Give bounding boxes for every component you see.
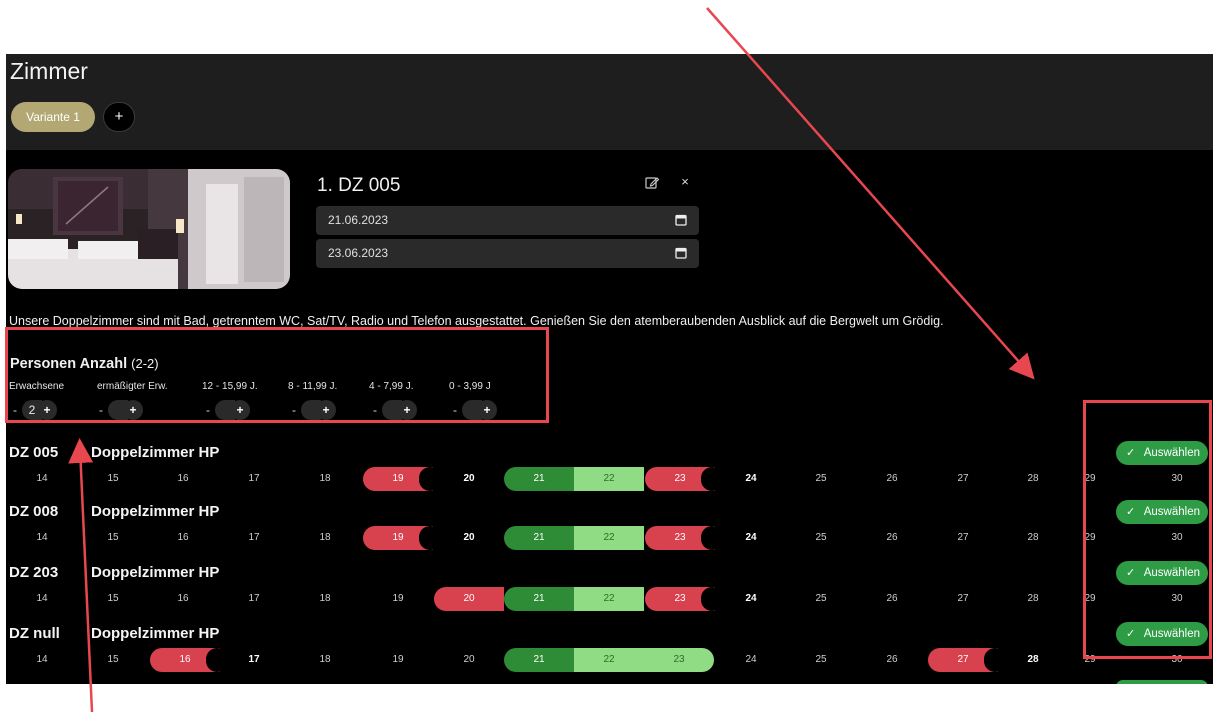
room-row: DZ 203 Doppelzimmer HP ✓ Auswählen 14 15 … — [6, 561, 1213, 622]
day-label: 23 — [674, 532, 686, 543]
day-cell-departure[interactable]: 23 — [645, 526, 723, 550]
day-cell-booked[interactable]: 19 — [363, 526, 441, 550]
day-cell[interactable]: 14 — [7, 587, 77, 611]
day-cell[interactable]: 25 — [786, 526, 856, 550]
day-cell-arrival[interactable]: 21 — [504, 467, 574, 491]
day-label: 23 — [674, 473, 686, 484]
day-cell-booked[interactable]: 27 — [928, 648, 1006, 672]
room-name: 1. DZ 005 — [317, 175, 401, 196]
room-photo — [8, 169, 290, 289]
day-cell[interactable]: 15 — [78, 587, 148, 611]
day-cell-arrival[interactable]: 21 — [504, 648, 574, 672]
departure-date-value: 23.06.2023 — [328, 246, 389, 260]
day-label: 27 — [957, 654, 969, 665]
day-cell-booked[interactable]: 19 — [363, 467, 441, 491]
arrival-date-value: 21.06.2023 — [328, 213, 389, 227]
day-cell[interactable]: 20 — [434, 648, 504, 672]
day-cell[interactable]: 15 — [78, 467, 148, 491]
day-cell[interactable]: 15 — [78, 526, 148, 550]
day-cell-departure[interactable]: 23 — [645, 587, 723, 611]
day-cell[interactable]: 26 — [857, 467, 927, 491]
select-room-button-partial[interactable] — [1116, 680, 1208, 684]
room-type: Doppelzimmer HP — [91, 564, 220, 581]
day-cell[interactable]: 27 — [928, 526, 998, 550]
day-cell[interactable]: 16 — [148, 587, 218, 611]
calendar-icon[interactable] — [675, 247, 687, 259]
calendar-icon[interactable] — [675, 214, 687, 226]
day-cell-stay[interactable]: 22 — [574, 526, 644, 550]
day-cell[interactable]: 15 — [78, 648, 148, 672]
day-cell-stay[interactable]: 22 — [574, 648, 644, 672]
day-cell[interactable]: 26 — [857, 587, 927, 611]
day-cell[interactable]: 24 — [716, 526, 786, 550]
departure-date-field[interactable]: 23.06.2023 — [316, 239, 699, 268]
day-cell[interactable]: 24 — [716, 648, 786, 672]
day-cell-stay[interactable]: 22 — [574, 467, 644, 491]
room-description: Unsere Doppelzimmer sind mit Bad, getren… — [9, 314, 944, 328]
day-label: 19 — [392, 532, 404, 543]
day-label: 23 — [674, 593, 686, 604]
day-cell[interactable]: 20 — [434, 467, 504, 491]
day-cell[interactable]: 17 — [219, 587, 289, 611]
day-cell[interactable]: 25 — [786, 467, 856, 491]
day-label: 19 — [392, 473, 404, 484]
room-type: Doppelzimmer HP — [91, 625, 220, 642]
page-title: Zimmer — [10, 58, 88, 84]
day-cell[interactable]: 26 — [857, 648, 927, 672]
day-cell[interactable]: 16 — [148, 467, 218, 491]
highlight-box-persons — [5, 327, 549, 423]
room-type: Doppelzimmer HP — [91, 444, 220, 461]
day-cell-booked[interactable]: 20 — [434, 587, 504, 611]
day-cell[interactable]: 24 — [716, 587, 786, 611]
day-cell[interactable]: 18 — [290, 467, 360, 491]
day-cell[interactable]: 27 — [928, 587, 998, 611]
arrival-date-field[interactable]: 21.06.2023 — [316, 206, 699, 235]
day-cell[interactable]: 19 — [363, 587, 433, 611]
day-cell[interactable]: 17 — [219, 526, 289, 550]
day-cell[interactable]: 27 — [928, 467, 998, 491]
screenshot-stage: Zimmer Variante 1 + 1. DZ 005 × 21.06.20… — [0, 0, 1213, 715]
day-cell[interactable]: 18 — [290, 648, 360, 672]
app-header: Zimmer Variante 1 + — [6, 54, 1213, 150]
room-code: DZ null — [9, 625, 60, 642]
room-code: DZ 203 — [9, 564, 59, 581]
day-cell[interactable]: 25 — [786, 587, 856, 611]
day-cell-arrival[interactable]: 21 — [504, 526, 574, 550]
room-type: Doppelzimmer HP — [91, 503, 220, 520]
day-cell[interactable]: 20 — [434, 526, 504, 550]
room-row: DZ 005 Doppelzimmer HP ✓ Auswählen 14 15 … — [6, 441, 1213, 502]
day-cell[interactable]: 19 — [363, 648, 433, 672]
edit-icon[interactable] — [643, 174, 661, 192]
day-cell-stay[interactable]: 23 — [644, 648, 714, 672]
day-cell[interactable]: 16 — [148, 526, 218, 550]
day-label: 16 — [179, 654, 191, 665]
day-cell-departure[interactable]: 23 — [645, 467, 723, 491]
room-code: DZ 005 — [9, 444, 59, 461]
tab-variant-1[interactable]: Variante 1 — [11, 102, 95, 132]
highlight-box-select-buttons — [1083, 400, 1212, 659]
day-cell-arrival[interactable]: 21 — [504, 587, 574, 611]
day-cell-stay[interactable]: 22 — [574, 587, 644, 611]
room-code: DZ 008 — [9, 503, 59, 520]
day-cell[interactable]: 18 — [290, 587, 360, 611]
day-cell[interactable]: 25 — [786, 648, 856, 672]
day-cell[interactable]: 14 — [7, 648, 77, 672]
room-photo-image — [8, 169, 290, 289]
room-row: DZ null Doppelzimmer HP ✓ Auswählen 14 15… — [6, 622, 1213, 683]
day-cell[interactable]: 26 — [857, 526, 927, 550]
add-variant-button[interactable]: + — [103, 102, 135, 132]
day-cell[interactable]: 14 — [7, 526, 77, 550]
room-row: DZ 008 Doppelzimmer HP ✓ Auswählen 14 15 … — [6, 500, 1213, 561]
day-cell[interactable]: 17 — [219, 648, 289, 672]
day-cell[interactable]: 24 — [716, 467, 786, 491]
day-cell-booked[interactable]: 16 — [150, 648, 228, 672]
day-cell[interactable]: 14 — [7, 467, 77, 491]
day-cell[interactable]: 17 — [219, 467, 289, 491]
close-icon[interactable]: × — [677, 173, 693, 191]
day-cell[interactable]: 18 — [290, 526, 360, 550]
